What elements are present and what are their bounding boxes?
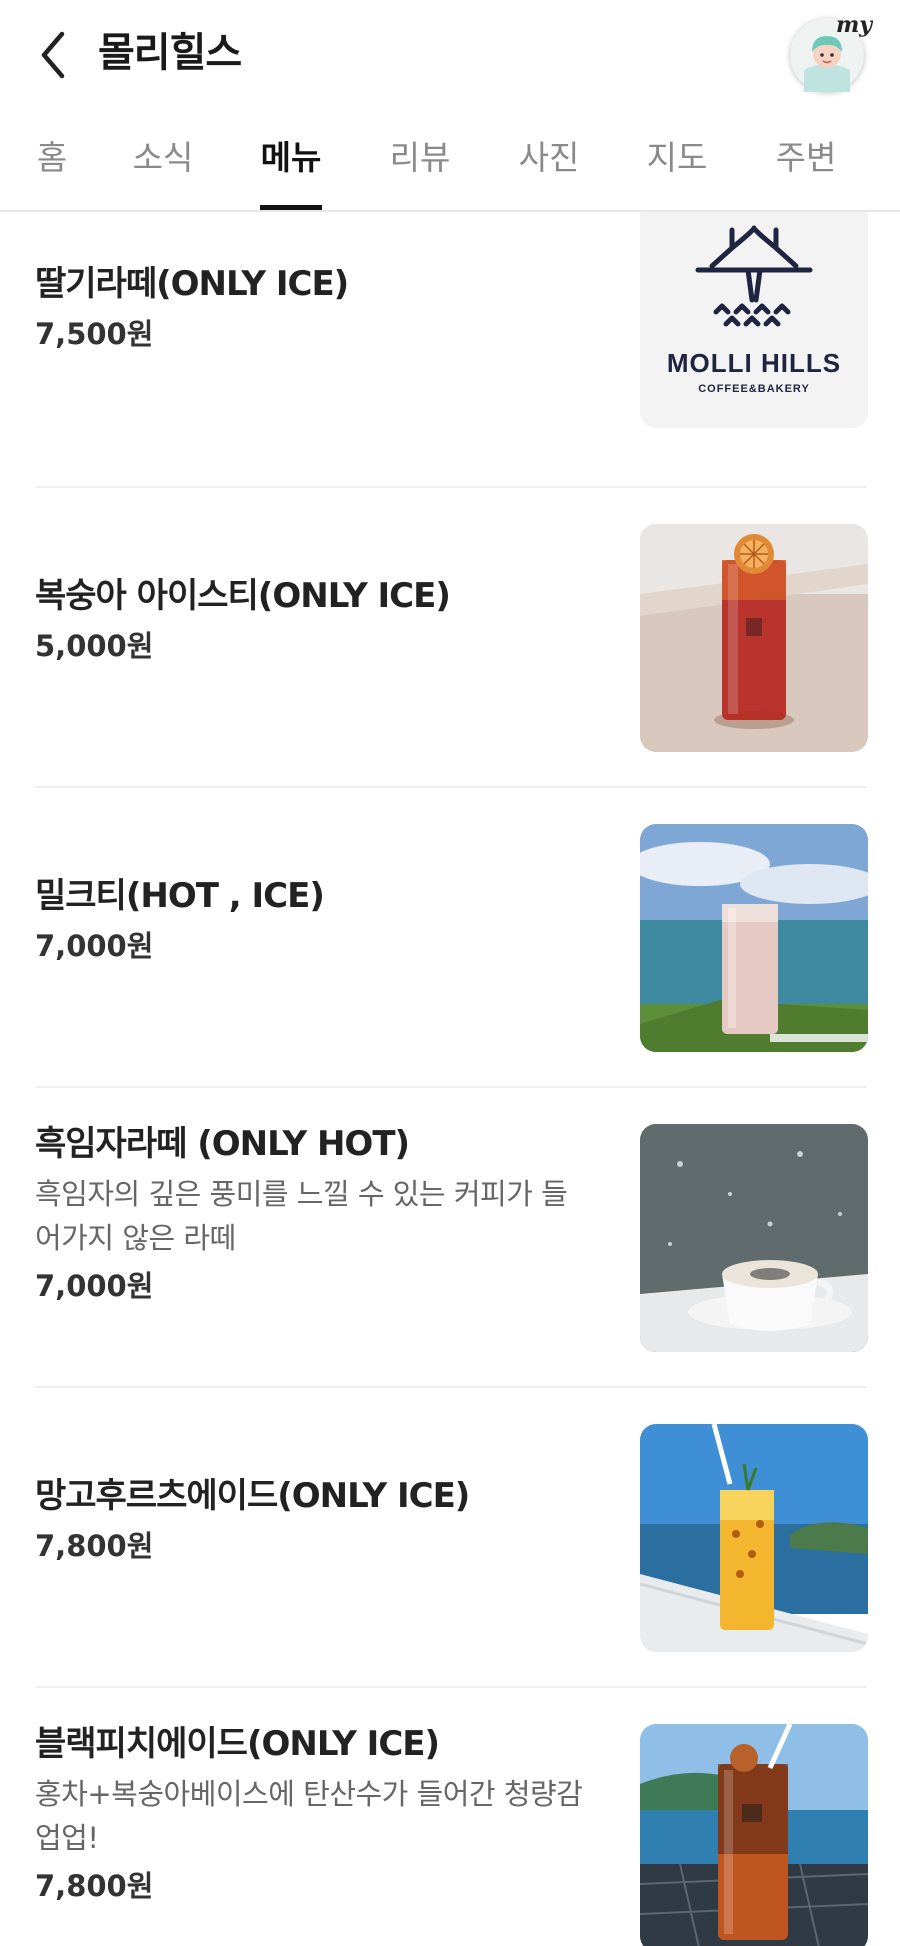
menu-price: 7,800원 — [35, 1869, 154, 1903]
menu-price: 5,000원 — [35, 629, 154, 663]
tab-menu[interactable]: 메뉴 — [239, 122, 343, 210]
back-button[interactable] — [28, 26, 78, 84]
black-peach-ade-photo — [640, 1724, 868, 1946]
menu-item[interactable]: 밀크티(HOT , ICE) 7,000원 — [35, 788, 868, 1088]
menu-item-text: 망고후르츠에이드(ONLY ICE) 7,800원 — [35, 1472, 610, 1568]
menu-price: 7,500원 — [35, 317, 154, 351]
iced-tea-photo — [640, 524, 868, 752]
menu-price: 7,800원 — [35, 1529, 154, 1563]
milk-tea-photo — [640, 824, 868, 1052]
menu-image[interactable]: MOLLI HILLS COFFEE&BAKERY — [640, 200, 868, 428]
molli-hills-logo: MOLLI HILLS COFFEE&BAKERY — [667, 225, 841, 395]
menu-item-text: 밀크티(HOT , ICE) 7,000원 — [35, 872, 610, 968]
menu-item[interactable]: 복숭아 아이스티(ONLY ICE) 5,000원 — [35, 488, 868, 788]
menu-name: 밀크티(HOT , ICE) — [35, 876, 325, 916]
tab-home[interactable]: 홈 — [0, 122, 104, 210]
mango-ade-photo — [640, 1424, 868, 1652]
menu-item[interactable]: 블랙피치에이드(ONLY ICE) 홍차+복숭아베이스에 탄산수가 들어간 청량… — [35, 1688, 868, 1946]
menu-name: 망고후르츠에이드(ONLY ICE) — [35, 1476, 470, 1516]
menu-item[interactable]: 망고후르츠에이드(ONLY ICE) 7,800원 — [35, 1388, 868, 1688]
menu-image[interactable] — [640, 824, 868, 1052]
tab-nearby[interactable]: 주변 — [754, 122, 858, 210]
app-header: 몰리힐스 my 홈 소식 메뉴 리뷰 사진 지도 주변 — [0, 0, 900, 212]
menu-name: 딸기라떼(ONLY ICE) — [35, 264, 349, 304]
menu-image[interactable] — [640, 1424, 868, 1652]
active-tab-indicator — [260, 205, 322, 210]
menu-price: 7,000원 — [35, 929, 154, 963]
menu-name: 복숭아 아이스티(ONLY ICE) — [35, 576, 451, 616]
menu-item-text: 흑임자라떼 (ONLY HOT) 흑임자의 깊은 풍미를 느낄 수 있는 커피가… — [35, 1120, 610, 1308]
menu-description: 흑임자의 깊은 풍미를 느낄 수 있는 커피가 들 어가지 않은 라떼 — [35, 1172, 610, 1260]
tab-review[interactable]: 리뷰 — [368, 122, 472, 210]
menu-image[interactable] — [640, 1724, 868, 1946]
menu-description-line: 홍차+복숭아베이스에 탄산수가 들어간 청량감 — [35, 1777, 583, 1811]
my-profile-button[interactable]: my — [790, 12, 872, 92]
my-label: my — [835, 12, 872, 38]
menu-description-line: 업업! — [35, 1821, 99, 1855]
tab-news[interactable]: 소식 — [111, 122, 215, 210]
menu-name: 블랙피치에이드(ONLY ICE) — [35, 1724, 440, 1764]
menu-description-line: 흑임자의 깊은 풍미를 느낄 수 있는 커피가 들 — [35, 1177, 568, 1211]
menu-price: 7,000원 — [35, 1269, 154, 1303]
page-title: 몰리힐스 — [98, 30, 242, 76]
logo-tagline-text: COFFEE&BAKERY — [698, 383, 810, 395]
menu-item-text: 블랙피치에이드(ONLY ICE) 홍차+복숭아베이스에 탄산수가 들어간 청량… — [35, 1720, 610, 1908]
latte-photo — [640, 1124, 868, 1352]
menu-name: 흑임자라떼 (ONLY HOT) — [35, 1124, 410, 1164]
menu-item-text: 딸기라떼(ONLY ICE) 7,500원 — [35, 260, 610, 356]
menu-item-text: 복숭아 아이스티(ONLY ICE) 5,000원 — [35, 572, 610, 668]
menu-item[interactable]: 딸기라떼(ONLY ICE) 7,500원 MOLLI HILLS COFFEE… — [35, 200, 868, 488]
chevron-left-icon — [41, 31, 65, 79]
tab-photo[interactable]: 사진 — [497, 122, 601, 210]
logo-brand-text: MOLLI HILLS — [667, 348, 841, 378]
menu-image[interactable] — [640, 524, 868, 752]
menu-description-line: 어가지 않은 라떼 — [35, 1221, 236, 1255]
menu-image[interactable] — [640, 1124, 868, 1352]
tab-map[interactable]: 지도 — [625, 122, 729, 210]
menu-item[interactable]: 흑임자라떼 (ONLY HOT) 흑임자의 깊은 풍미를 느낄 수 있는 커피가… — [35, 1088, 868, 1388]
tab-bar: 홈 소식 메뉴 리뷰 사진 지도 주변 — [0, 122, 900, 210]
menu-description: 홍차+복숭아베이스에 탄산수가 들어간 청량감 업업! — [35, 1772, 610, 1860]
